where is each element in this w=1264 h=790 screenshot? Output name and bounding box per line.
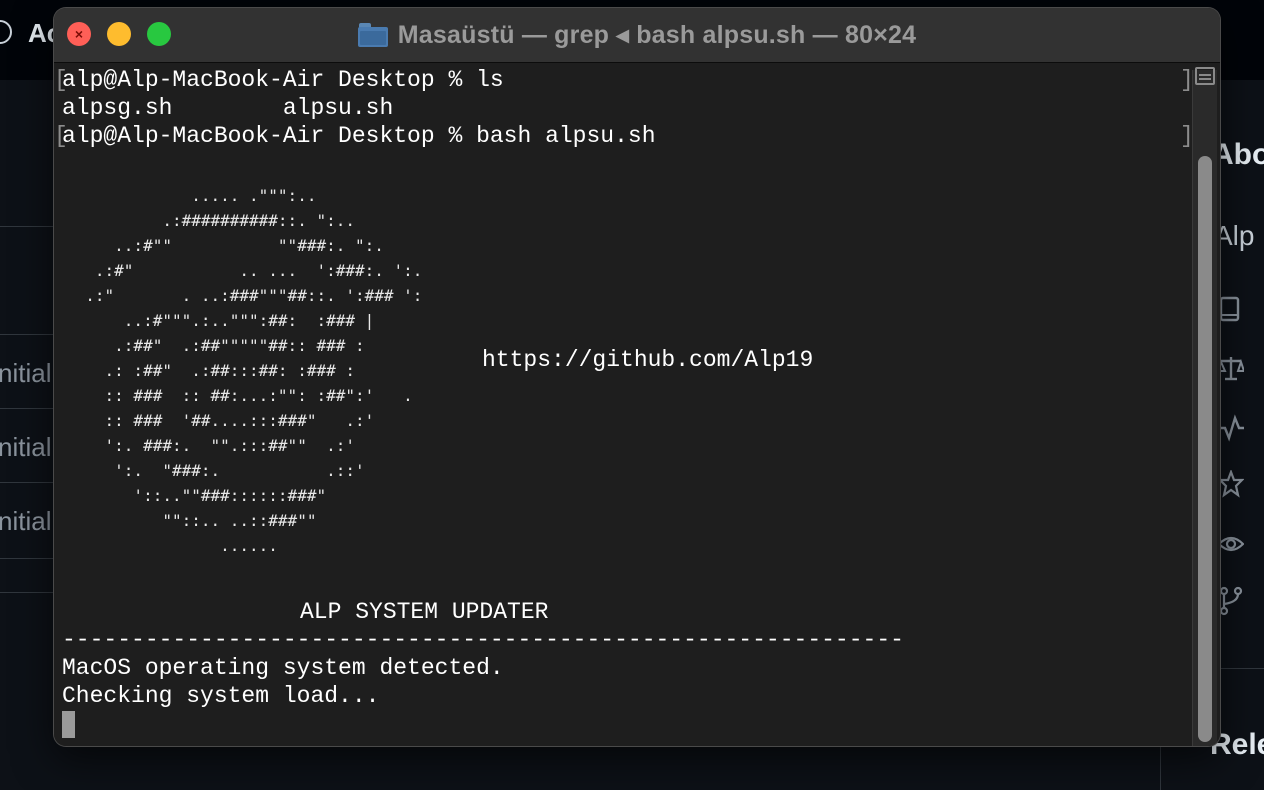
scale-icon[interactable] [1216,354,1248,384]
scrollbar-thumb[interactable] [1198,156,1212,742]
updater-heading: ALP SYSTEM UPDATER [300,599,549,625]
pulse-icon[interactable] [1218,414,1248,444]
status-line: Checking system load... [62,683,380,709]
status-line: MacOS operating system detected. [62,655,504,681]
eye-icon[interactable] [1217,530,1248,560]
commit-message: nitial [0,432,52,462]
terminal-content[interactable]: [ alp@Alp-MacBook-Air Desktop % ls ] alp… [54,63,1220,746]
split-pane-icon[interactable] [1195,67,1215,85]
prompt-line: alp@Alp-MacBook-Air Desktop % ls [62,67,504,93]
github-url: https://github.com/Alp19 [482,347,814,373]
fork-icon[interactable] [1218,586,1248,616]
repo-description: Alp [1214,220,1255,251]
book-icon[interactable] [1218,296,1248,326]
ls-output: alpsg.sh alpsu.sh [62,95,394,121]
text-cursor [62,711,75,738]
commit-message: nitial [0,358,52,388]
commit-message: nitial [0,506,52,536]
star-icon[interactable] [1217,468,1248,500]
divider [0,334,54,335]
scrollbar[interactable] [1192,70,1217,746]
divider [0,226,54,227]
divider [0,408,54,409]
window-title: Masaüstü — grep ◂ bash alpsu.sh — 80×24 [397,21,917,49]
title-bar[interactable]: × Masaüstü — grep ◂ bash alpsu.sh — 80×2… [54,8,1220,63]
divider [0,558,54,559]
divider [0,592,54,593]
prompt-line: alp@Alp-MacBook-Air Desktop % bash alpsu… [62,123,656,149]
ascii-logo: ..... .""":.. .:##########::. ":.. ..:#"… [85,186,423,555]
terminal-window[interactable]: × Masaüstü — grep ◂ bash alpsu.sh — 80×2… [54,8,1220,746]
folder-icon [357,23,388,47]
window-title-group: Masaüstü — grep ◂ bash alpsu.sh — 80×24 [54,8,1220,62]
divider [0,482,54,483]
separator-line: ----------------------------------------… [62,627,904,653]
